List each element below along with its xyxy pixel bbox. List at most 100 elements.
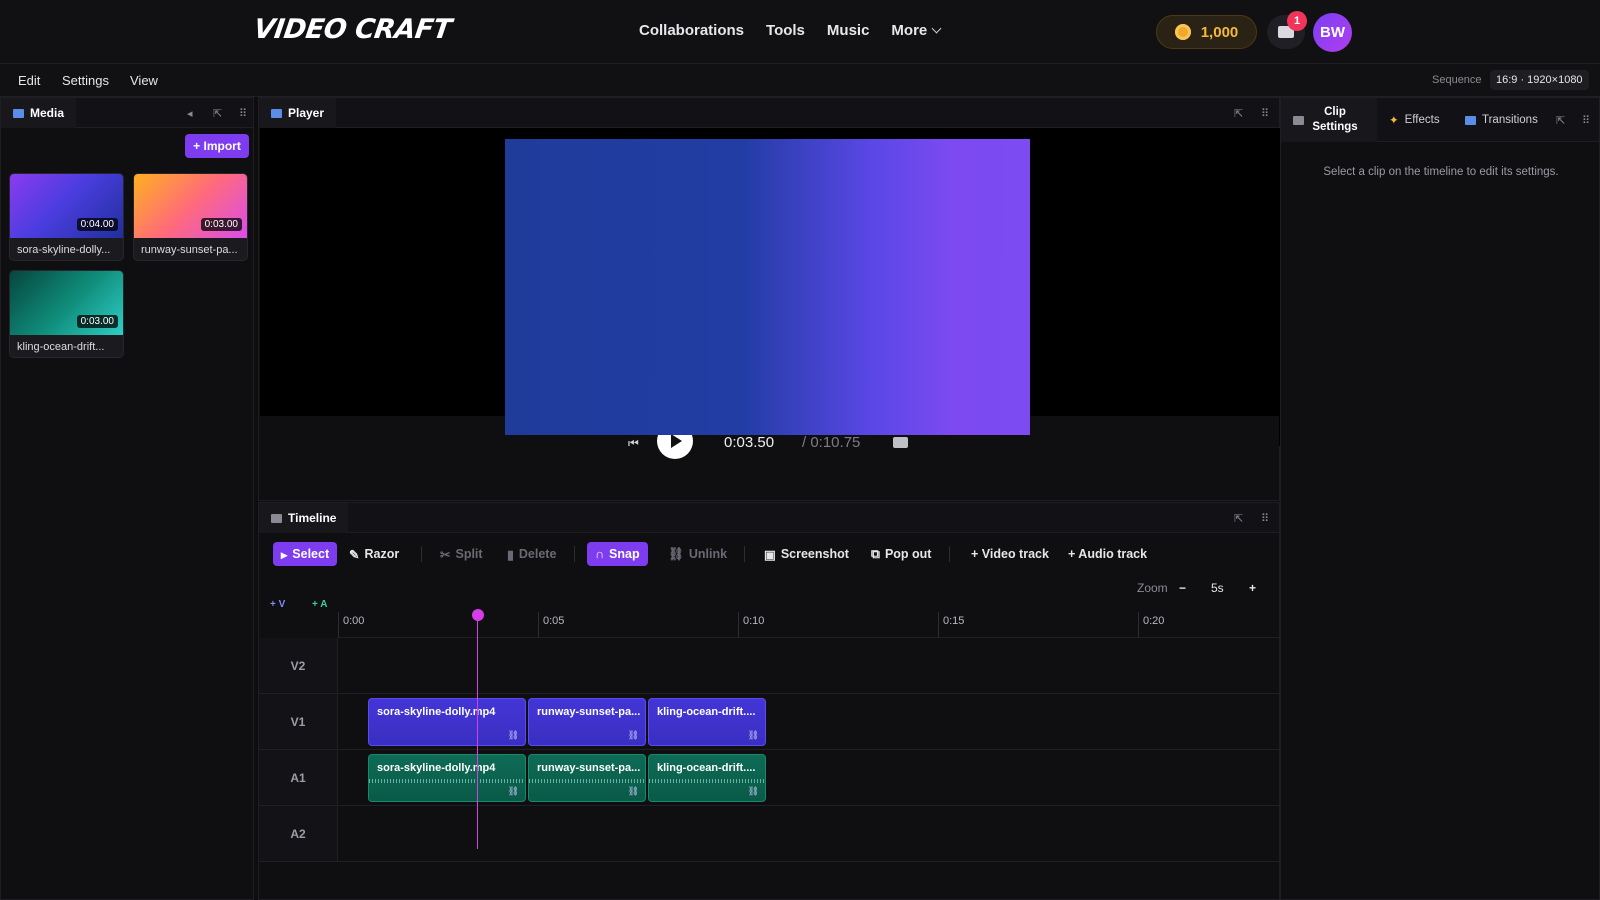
- player-panel-header: Player ⇱ ⠿: [259, 98, 1279, 128]
- timeline-icon: [271, 513, 282, 523]
- clip-label: kling-ocean-drift....: [657, 706, 756, 718]
- tab-media[interactable]: Media: [1, 98, 77, 128]
- player-title: Player: [288, 106, 325, 120]
- drag-handle-icon[interactable]: ⠿: [1261, 512, 1269, 525]
- menu-bar: Edit Settings View Sequence 16:9 · 1920×…: [0, 64, 1600, 97]
- waveform: [649, 779, 765, 783]
- split-button[interactable]: ✂ Split: [440, 542, 483, 566]
- audio-clip[interactable]: sora-skyline-dolly.mp4 ⛓: [368, 754, 526, 802]
- drag-handle-icon[interactable]: ⠿: [239, 107, 247, 120]
- add-audio-track-shortcut[interactable]: + A: [312, 599, 327, 610]
- tab-effects-label: Effects: [1404, 114, 1440, 126]
- avatar[interactable]: BW: [1313, 13, 1352, 52]
- coin-balance[interactable]: 1,000: [1156, 15, 1257, 49]
- playhead-handle[interactable]: [472, 609, 484, 621]
- sequence-label: Sequence: [1432, 74, 1482, 86]
- add-audio-track-button[interactable]: + Audio track: [1068, 542, 1147, 566]
- camera-icon[interactable]: [893, 437, 908, 448]
- track-v2[interactable]: [338, 638, 1279, 694]
- track-v1[interactable]: sora-skyline-dolly.mp4 ⛓ runway-sunset-p…: [338, 694, 1279, 750]
- scissors-icon: ✂: [440, 547, 451, 562]
- tab-transitions-label: Transitions: [1482, 114, 1538, 126]
- nav-tools[interactable]: Tools: [766, 22, 805, 39]
- ruler-label: 0:00: [343, 615, 365, 627]
- track-header-a2[interactable]: A2: [259, 806, 338, 862]
- track-header-a1[interactable]: A1: [259, 750, 338, 806]
- ruler-tick: [938, 612, 939, 638]
- audio-clip[interactable]: runway-sunset-pa... ⛓: [528, 754, 646, 802]
- tab-transitions[interactable]: Transitions: [1465, 98, 1538, 142]
- media-duration: 0:03.00: [76, 315, 118, 328]
- drag-handle-icon[interactable]: ⠿: [1261, 107, 1269, 120]
- menu-edit[interactable]: Edit: [18, 73, 40, 88]
- nav-more[interactable]: More: [891, 22, 942, 39]
- clip-label: kling-ocean-drift....: [657, 762, 756, 774]
- add-video-track-shortcut[interactable]: + V: [270, 599, 285, 610]
- tab-clip-settings[interactable]: Clip Settings: [1281, 98, 1377, 142]
- tab-timeline[interactable]: Timeline: [259, 503, 349, 533]
- tab-clip-settings-label: Clip Settings: [1312, 106, 1358, 133]
- pop-out-icon[interactable]: ⇱: [1556, 114, 1565, 127]
- waveform: [369, 779, 525, 783]
- menu-settings[interactable]: Settings: [62, 73, 109, 88]
- cursor-icon: ▸: [281, 547, 288, 562]
- nav-more-label: More: [891, 22, 928, 39]
- razor-icon: ✎: [349, 547, 360, 562]
- select-tool-button[interactable]: ▸ Select: [273, 542, 338, 566]
- coin-count: 1,000: [1200, 23, 1239, 41]
- drag-handle-icon[interactable]: ⠿: [1582, 114, 1590, 127]
- toolbar-divider: [744, 546, 745, 562]
- zoom-value: 5s: [1211, 581, 1224, 595]
- tab-player[interactable]: Player: [259, 98, 337, 128]
- razor-label: Razor: [364, 547, 400, 561]
- toolbar-divider: [949, 546, 950, 562]
- import-button[interactable]: + Import: [185, 134, 249, 158]
- track-header-v1[interactable]: V1: [259, 694, 338, 750]
- track-a1[interactable]: sora-skyline-dolly.mp4 ⛓ runway-sunset-p…: [338, 750, 1279, 806]
- menu-view[interactable]: View: [130, 73, 158, 88]
- link-icon: ⛓: [507, 730, 519, 740]
- video-clip[interactable]: runway-sunset-pa... ⛓: [528, 698, 646, 746]
- collapse-icon[interactable]: ◂: [187, 107, 193, 120]
- timeline-title: Timeline: [288, 511, 337, 525]
- video-clip[interactable]: sora-skyline-dolly.mp4 ⛓: [368, 698, 526, 746]
- tab-effects[interactable]: ✦ Effects: [1389, 98, 1440, 142]
- media-panel: Media ◂ ⇱ ⠿ + Import 0:04.00 sora-skylin…: [0, 97, 254, 900]
- total-time: / 0:10.75: [802, 434, 861, 451]
- app-logo[interactable]: VIDEO CRAFT: [252, 14, 453, 45]
- timeline-panel-header: Timeline ⇱ ⠿: [259, 503, 1279, 533]
- link-icon: ⛓: [747, 730, 759, 740]
- sequence-setting[interactable]: 16:9 · 1920×1080: [1490, 70, 1589, 90]
- unlink-button[interactable]: ⛓ Unlink: [668, 542, 727, 566]
- audio-clip[interactable]: kling-ocean-drift.... ⛓: [648, 754, 766, 802]
- skip-to-start-icon[interactable]: ⏮: [628, 436, 639, 451]
- media-item[interactable]: 0:03.00 kling-ocean-drift...: [9, 270, 124, 358]
- delete-label: Delete: [518, 547, 557, 561]
- popout-label: Pop out: [884, 547, 932, 561]
- timeline-toolbar: ▸ Select ✎ Razor ✂ Split ▮ Delete ∩ Snap…: [259, 533, 1279, 573]
- screenshot-button[interactable]: ▣ Screenshot: [764, 542, 849, 566]
- magnet-icon: ∩: [595, 547, 605, 561]
- nav-music[interactable]: Music: [827, 22, 870, 39]
- media-icon: [13, 108, 24, 118]
- media-item[interactable]: 0:04.00 sora-skyline-dolly...: [9, 173, 124, 261]
- zoom-in-button[interactable]: +: [1249, 581, 1256, 595]
- zoom-out-button[interactable]: −: [1179, 581, 1186, 595]
- track-a2[interactable]: [338, 806, 1279, 862]
- pop-out-button[interactable]: ⧉ Pop out: [871, 542, 931, 566]
- pop-out-icon[interactable]: ⇱: [1234, 107, 1243, 120]
- sparkle-icon: ✦: [1389, 115, 1399, 127]
- nav-collaborations[interactable]: Collaborations: [639, 22, 744, 39]
- pop-out-icon[interactable]: ⇱: [1234, 512, 1243, 525]
- video-clip[interactable]: kling-ocean-drift.... ⛓: [648, 698, 766, 746]
- playhead-line[interactable]: [477, 613, 478, 849]
- pop-out-icon[interactable]: ⇱: [213, 107, 222, 120]
- track-header-v2[interactable]: V2: [259, 638, 338, 694]
- add-video-track-button[interactable]: + Video track: [971, 542, 1049, 566]
- ruler-tick: [738, 612, 739, 638]
- delete-button[interactable]: ▮ Delete: [507, 542, 556, 566]
- media-item[interactable]: 0:03.00 runway-sunset-pa...: [133, 173, 248, 261]
- ruler-tick: [538, 612, 539, 638]
- razor-tool-button[interactable]: ✎ Razor: [349, 542, 399, 566]
- snap-toggle[interactable]: ∩ Snap: [587, 542, 648, 566]
